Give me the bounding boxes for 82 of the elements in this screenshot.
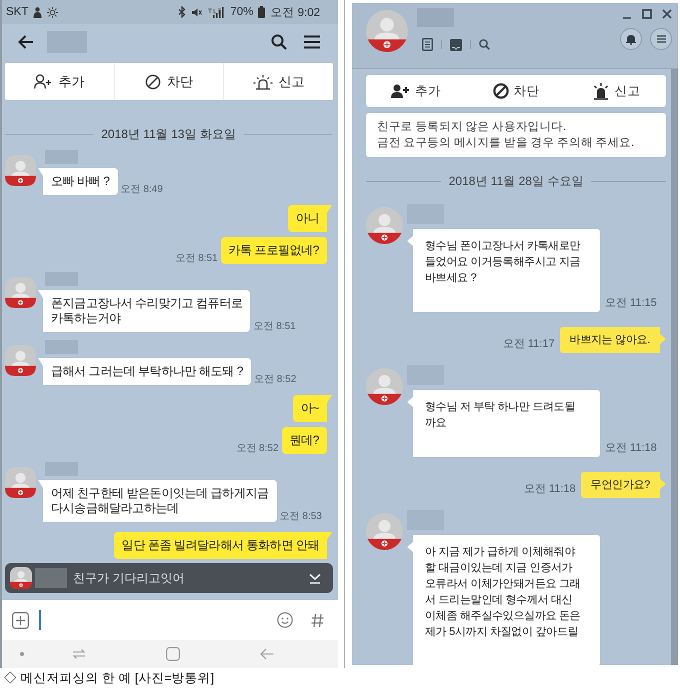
avatar-icon bbox=[366, 10, 408, 52]
menu-icon[interactable] bbox=[304, 35, 320, 49]
maximize-icon[interactable] bbox=[642, 9, 652, 19]
notification-button[interactable] bbox=[620, 28, 642, 50]
notification-text: 친구가 기다리고잇어 bbox=[73, 570, 186, 586]
message-bubble: 바쁘지는 않아요. bbox=[560, 327, 666, 353]
message-time: 오전 11:17 bbox=[502, 337, 555, 351]
ban-icon bbox=[145, 74, 161, 90]
notification-banner[interactable]: 친구가 기다리고잇어 bbox=[5, 563, 333, 593]
document-icon[interactable] bbox=[422, 38, 433, 51]
avatar-icon bbox=[10, 567, 32, 589]
sun-icon bbox=[47, 6, 58, 18]
message-time: 오전 11:18 bbox=[605, 441, 657, 455]
avatar-icon bbox=[366, 207, 403, 244]
message-bubble: 뭔데? bbox=[282, 427, 327, 454]
menu-button[interactable] bbox=[650, 28, 672, 50]
battery-level: 70% bbox=[230, 6, 254, 18]
message-bubble: 아 지금 제가 급하게 이체해줘야 할 대금이있는데 지금 인증서가 오류라서 이체가안돼거든요 그래 서 드리는말인데 형수께서 대신 이체좀 해주실수있으실까요 돈은 제가 5시까지 차질없이 갚아드릴 bbox=[407, 535, 600, 665]
message-time: 오전 11:18 bbox=[524, 482, 576, 496]
recent-apps-icon[interactable] bbox=[72, 647, 86, 661]
clock-time: 오전 9:02 bbox=[270, 6, 320, 20]
message-bubble: 일단 폰좀 빌려달라해서 통화하면 안돼 bbox=[114, 532, 332, 559]
message-time: 오전 8:53 bbox=[280, 510, 322, 523]
back-arrow-icon[interactable] bbox=[18, 35, 34, 49]
message-bubble: 폰지금고장나서 수리맞기고 컴퓨터로 카톡하는거야 bbox=[38, 290, 250, 332]
date-label: 2018년 11월 13일 화요일 bbox=[101, 126, 236, 142]
report-button[interactable]: 신고 bbox=[223, 63, 334, 100]
message-bubble: 무언인가요? bbox=[580, 472, 666, 498]
search-icon[interactable] bbox=[271, 34, 287, 50]
ban-icon bbox=[492, 83, 508, 99]
report-button[interactable]: 신고 bbox=[566, 75, 666, 107]
block-button[interactable]: 차단 bbox=[466, 75, 566, 107]
back-icon[interactable] bbox=[260, 648, 274, 660]
message-bubble: 급해서 그러는데 부탁하나만 해도돼 ? bbox=[38, 358, 252, 385]
message-time: 오전 8:49 bbox=[120, 183, 163, 196]
battery-icon bbox=[258, 6, 266, 18]
home-icon[interactable] bbox=[166, 647, 180, 661]
date-label: 2018년 11월 28일 수요일 bbox=[448, 172, 584, 190]
avatar-icon bbox=[366, 368, 403, 405]
siren-icon bbox=[592, 82, 610, 100]
avatar-icon bbox=[5, 277, 36, 308]
warning-notice: 친구로 등록되지 않은 사용자입니다. 금전 요구등의 메시지를 받을 경우 주의해 주세요. bbox=[366, 113, 666, 157]
search-icon[interactable] bbox=[479, 39, 490, 50]
dot-icon[interactable] bbox=[20, 652, 24, 656]
signal-icon bbox=[207, 6, 226, 18]
message-bubble: 어제 친구한테 받은돈이잇는데 급하게지금 다시송금해달라고하는데 bbox=[38, 480, 277, 522]
hashtag-icon[interactable] bbox=[311, 612, 324, 628]
person-plus-icon bbox=[34, 74, 52, 89]
avatar-icon bbox=[5, 467, 36, 498]
redacted-name bbox=[35, 568, 67, 588]
message-bubble: 아니 bbox=[288, 205, 332, 232]
figure-icon bbox=[33, 6, 42, 18]
bluetooth-icon bbox=[178, 6, 186, 18]
avatar-icon bbox=[366, 513, 403, 550]
message-bubble: 형수님 폰이고장나서 카톡새로만 들었어요 이거등록해주시고 지금 바쁘세요 ? bbox=[407, 229, 600, 312]
person-plus-icon bbox=[391, 84, 410, 98]
emoji-icon[interactable] bbox=[277, 612, 293, 628]
block-button[interactable]: 차단 bbox=[114, 63, 224, 100]
inbox-icon[interactable] bbox=[450, 38, 462, 50]
avatar-icon bbox=[5, 345, 36, 376]
bell-icon bbox=[626, 34, 636, 44]
add-friend-button[interactable]: 추가 bbox=[5, 63, 114, 100]
siren-icon bbox=[252, 74, 273, 90]
message-time: 오전 8:52 bbox=[254, 373, 296, 386]
message-time: 오전 11:15 bbox=[605, 296, 657, 310]
message-time: 오전 8:51 bbox=[253, 320, 296, 333]
avatar-icon bbox=[5, 155, 36, 186]
mute-icon bbox=[191, 6, 202, 18]
chevron-down-icon[interactable] bbox=[309, 572, 321, 584]
message-bubble: 형수님 저 부탁 하나만 드려도될 까요 bbox=[407, 390, 600, 457]
message-bubble: 아~ bbox=[292, 395, 332, 422]
message-bubble: 오빠 바뻐 ? bbox=[38, 168, 118, 195]
plus-icon[interactable] bbox=[12, 612, 29, 628]
message-bubble: 카톡 프로필없네? bbox=[220, 237, 327, 264]
close-icon[interactable] bbox=[662, 9, 672, 19]
message-time: 오전 8:51 bbox=[175, 252, 218, 265]
add-friend-button[interactable]: 추가 bbox=[366, 75, 466, 107]
scrollbar[interactable] bbox=[671, 69, 678, 665]
photo-caption: ◇ 메신저피싱의 한 예 [사진=방통위] bbox=[4, 671, 214, 685]
menu-icon bbox=[656, 35, 666, 43]
carrier-label: SKT bbox=[6, 6, 28, 18]
message-time: 오전 8:52 bbox=[236, 442, 279, 455]
